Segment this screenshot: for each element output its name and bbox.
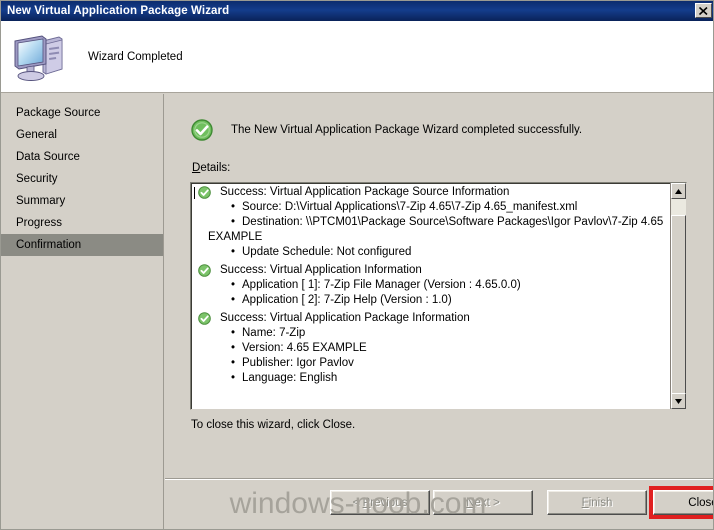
wizard-main-panel: The New Virtual Application Package Wiza… xyxy=(165,94,713,529)
detail-group-title: Success: Virtual Application Package Sou… xyxy=(220,186,510,198)
wizard-heading: Wizard Completed xyxy=(88,50,183,63)
detail-group-title: Success: Virtual Application Information xyxy=(220,264,422,276)
green-check-small-icon xyxy=(198,186,211,199)
button-accelerator: P xyxy=(362,496,371,509)
details-content: Success: Virtual Application Package Sou… xyxy=(191,183,671,409)
sidebar-item-general[interactable]: General xyxy=(1,124,163,146)
button-accelerator: N xyxy=(466,496,475,509)
scroll-up-arrow-icon xyxy=(675,188,682,194)
detail-group: Success: Virtual Application Package Inf… xyxy=(194,311,671,386)
footer-separator xyxy=(165,478,713,480)
sidebar-item-confirmation[interactable]: Confirmation xyxy=(1,234,163,256)
detail-bullet: EXAMPLE xyxy=(208,231,263,243)
completion-status-text: The New Virtual Application Package Wiza… xyxy=(231,124,583,136)
finish-button[interactable]: Finish xyxy=(547,490,647,515)
scrollbar-track[interactable] xyxy=(671,199,686,401)
computer-monitor-icon xyxy=(14,34,63,81)
sidebar-item-summary[interactable]: Summary xyxy=(1,190,163,212)
next-button[interactable]: Next > xyxy=(433,490,533,515)
wizard-step-sidebar: Package Source General Data Source Security… xyxy=(1,94,164,529)
sidebar-item-security[interactable]: Security xyxy=(1,168,163,190)
detail-group-header: Success: Virtual Application Package Inf… xyxy=(194,311,671,326)
detail-bullet-list: Source: D:\Virtual Applications\7-Zip 4.… xyxy=(194,200,671,260)
scroll-up-button[interactable] xyxy=(671,183,686,199)
wizard-button-bar: < Previous Next > Finish Close xyxy=(165,486,713,520)
details-pane[interactable]: Success: Virtual Application Package Sou… xyxy=(190,182,687,410)
close-window-button[interactable] xyxy=(695,3,712,18)
sidebar-item-package-source[interactable]: Package Source xyxy=(1,102,163,124)
detail-group-header: Success: Virtual Application Information xyxy=(194,263,671,278)
detail-bullet-list: Application [ 1]: 7-Zip File Manager (Ve… xyxy=(194,278,671,308)
wizard-header: Wizard Completed xyxy=(1,21,713,93)
detail-bullet: Application [ 1]: 7-Zip File Manager (Ve… xyxy=(231,278,671,293)
wizard-window: New Virtual Application Package Wizard W… xyxy=(0,0,714,530)
detail-bullet: Application [ 2]: 7-Zip Help (Version : … xyxy=(231,293,671,308)
detail-bullet: Source: D:\Virtual Applications\7-Zip 4.… xyxy=(231,200,671,215)
completion-status-row: The New Virtual Application Package Wiza… xyxy=(191,119,582,141)
detail-group-title: Success: Virtual Application Package Inf… xyxy=(220,312,470,324)
scrollbar-thumb[interactable] xyxy=(671,215,686,401)
detail-bullet: Destination: \\PTCM01\Package Source\Sof… xyxy=(231,215,671,230)
green-check-small-icon xyxy=(198,312,211,325)
detail-group-header: Success: Virtual Application Package Sou… xyxy=(194,185,671,200)
close-button-highlight: Close xyxy=(649,486,713,519)
window-title: New Virtual Application Package Wizard xyxy=(7,5,230,17)
detail-bullet: Version: 4.65 EXAMPLE xyxy=(231,341,671,356)
detail-bullet: Update Schedule: Not configured xyxy=(231,245,671,260)
scroll-down-button[interactable] xyxy=(671,393,686,409)
details-scrollbar[interactable] xyxy=(670,183,686,409)
detail-bullet: Publisher: Igor Pavlov xyxy=(231,356,671,371)
details-label: Details: xyxy=(192,162,230,174)
close-button[interactable]: Close xyxy=(653,490,713,515)
previous-button[interactable]: < Previous xyxy=(330,490,430,515)
closing-instruction-text: To close this wizard, click Close. xyxy=(191,419,356,431)
green-check-circle-icon xyxy=(191,119,213,141)
detail-bullet: Name: 7-Zip xyxy=(231,326,671,341)
close-x-icon xyxy=(699,6,708,15)
text-caret xyxy=(194,187,195,199)
title-bar: New Virtual Application Package Wizard xyxy=(1,1,713,21)
detail-bullet-list: Name: 7-ZipVersion: 4.65 EXAMPLEPublishe… xyxy=(194,326,671,386)
button-accelerator: F xyxy=(581,496,589,509)
detail-bullet: Language: English xyxy=(231,371,671,386)
detail-group: Success: Virtual Application Information… xyxy=(194,263,671,308)
green-check-small-icon xyxy=(198,264,211,277)
scroll-down-arrow-icon xyxy=(675,398,682,404)
sidebar-item-data-source[interactable]: Data Source xyxy=(1,146,163,168)
details-label-rest: etails: xyxy=(200,162,231,174)
sidebar-item-progress[interactable]: Progress xyxy=(1,212,163,234)
detail-group: Success: Virtual Application Package Sou… xyxy=(194,185,671,260)
